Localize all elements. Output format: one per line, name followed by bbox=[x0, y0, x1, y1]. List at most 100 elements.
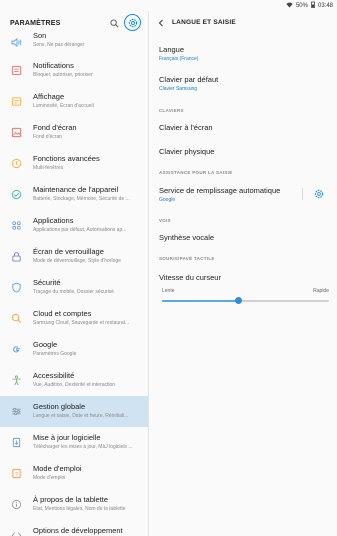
page-title: LANGUE ET SAISIE bbox=[172, 19, 236, 26]
sidebar-item-label: Accessibilité bbox=[33, 371, 75, 380]
sidebar-item-label: Fonctions avancées bbox=[33, 154, 100, 163]
sidebar-item-sub: Sons, Ne pas déranger bbox=[33, 42, 85, 48]
sidebar-item-a-propos[interactable]: À propos de la tablette État, Mentions l… bbox=[0, 489, 148, 520]
sidebar-item-sub: Traçage du mobile, Dossier sécurisé bbox=[33, 289, 114, 295]
sidebar-item-mise-a-jour[interactable]: Mise à jour logicielle Télécharger les m… bbox=[0, 427, 148, 458]
sidebar-item-applications[interactable]: Applications Applications par défaut, Au… bbox=[0, 210, 148, 241]
sidebar-item-cloud-comptes[interactable]: Cloud et comptes Samsung Cloud, Sauvegar… bbox=[0, 303, 148, 334]
sidebar-item-fonctions-avancees[interactable]: Fonctions avancées Multi-fenêtres bbox=[0, 148, 148, 179]
sidebar-item-label: Écran de verrouillage bbox=[33, 247, 104, 256]
sidebar-item-label: Affichage bbox=[33, 92, 65, 101]
setting-value: Clavier Samsung bbox=[159, 86, 198, 92]
setting-value: Google bbox=[159, 197, 176, 203]
gear-icon[interactable] bbox=[313, 188, 325, 200]
section-header-pointer: SOURIS/PAVÉ TACTILE bbox=[159, 256, 215, 261]
sidebar-item-sub: Applications par défaut, Autorisations a… bbox=[33, 227, 127, 233]
sidebar-item-mode-emploi[interactable]: ? Mode d'emploi Mode d'emploi bbox=[0, 458, 148, 489]
svg-text:?: ? bbox=[14, 471, 17, 477]
user-manual-icon: ? bbox=[10, 467, 22, 479]
sidebar-title: PARAMÈTRES bbox=[10, 19, 61, 27]
sidebar-item-sub: Bloquer, autoriser, prioriser bbox=[33, 72, 93, 78]
google-icon bbox=[10, 343, 22, 355]
sidebar-item-sub: Luminosité, Écran d'accueil bbox=[33, 103, 94, 109]
sidebar-item-label: Applications bbox=[33, 216, 74, 225]
sidebar-item-label: Options de développement bbox=[33, 526, 123, 535]
default-keyboard-setting[interactable]: Clavier par défaut Clavier Samsung bbox=[159, 75, 331, 92]
status-bar: 50% 03:48 bbox=[0, 0, 337, 11]
autofill-service-setting[interactable]: Service de remplissage automatique Googl… bbox=[159, 186, 299, 203]
sidebar-item-label: Notifications bbox=[33, 61, 74, 70]
sidebar-item-label: Fond d'écran bbox=[33, 123, 77, 132]
sidebar-item-label: Gestion globale bbox=[33, 402, 86, 411]
sidebar-item-securite[interactable]: Sécurité Traçage du mobile, Dossier sécu… bbox=[0, 272, 148, 303]
sidebar-item-gestion-globale[interactable]: Gestion globale Langue et saisie, Date e… bbox=[0, 396, 148, 427]
settings-sidebar: PARAMÈTRES Son Sons, Ne pas déranger Not… bbox=[0, 11, 149, 536]
sidebar-item-sub: Mode d'emploi bbox=[33, 475, 66, 481]
sidebar-header: PARAMÈTRES bbox=[0, 11, 148, 35]
pointer-speed-slider[interactable] bbox=[162, 297, 329, 304]
slider-labels: Lente Rapide bbox=[162, 288, 329, 294]
back-arrow-icon[interactable] bbox=[155, 17, 167, 29]
physical-keyboard-setting[interactable]: Clavier physique bbox=[159, 147, 331, 156]
sidebar-item-label: Mise à jour logicielle bbox=[33, 433, 101, 442]
setting-title: Vitesse du curseur bbox=[159, 273, 221, 282]
sidebar-item-fond-ecran[interactable]: Fond d'écran Fond d'écran bbox=[0, 117, 148, 148]
battery-icon bbox=[311, 1, 315, 10]
setting-title: Langue bbox=[159, 45, 185, 54]
onscreen-keyboard-setting[interactable]: Clavier à l'écran bbox=[159, 123, 331, 132]
sidebar-item-ecran-verrouillage[interactable]: Écran de verrouillage Mode de déverrouil… bbox=[0, 241, 148, 272]
developer-icon bbox=[10, 529, 22, 536]
sidebar-item-sub: Multi-fenêtres bbox=[33, 165, 64, 171]
sidebar-item-sub: Paramètres Google bbox=[33, 351, 77, 357]
security-icon bbox=[10, 281, 22, 293]
panel-header: LANGUE ET SAISIE bbox=[150, 11, 337, 35]
language-input-panel: LANGUE ET SAISIE Langue Français (France… bbox=[150, 11, 337, 536]
sidebar-item-accessibilite[interactable]: Accessibilité Vue, Audition, Dextérité e… bbox=[0, 365, 148, 396]
sidebar-item-son[interactable]: Son Sons, Ne pas déranger bbox=[0, 31, 148, 55]
setting-title: Clavier physique bbox=[159, 147, 215, 156]
sidebar-item-label: À propos de la tablette bbox=[33, 495, 109, 504]
slider-fill bbox=[162, 300, 239, 302]
setting-value: Français (France) bbox=[159, 56, 199, 62]
slider-max-label: Rapide bbox=[313, 288, 329, 294]
sidebar-item-sub: Vue, Audition, Dextérité et interaction bbox=[33, 382, 116, 388]
gear-icon[interactable] bbox=[124, 14, 141, 31]
setting-title: Clavier à l'écran bbox=[159, 123, 213, 132]
apps-icon bbox=[10, 219, 22, 231]
sidebar-item-notifications[interactable]: Notifications Bloquer, autoriser, priori… bbox=[0, 55, 148, 86]
sidebar-item-maintenance[interactable]: Maintenance de l'appareil Batterie, Stoc… bbox=[0, 179, 148, 210]
maintenance-icon bbox=[10, 188, 22, 200]
pointer-speed-setting: Vitesse du curseur bbox=[159, 273, 331, 282]
sidebar-item-sub: Fond d'écran bbox=[33, 134, 63, 140]
sidebar-item-sub: Batterie, Stockage, Mémoire, Sécurité de… bbox=[33, 196, 130, 202]
battery-level: 50% bbox=[295, 2, 308, 9]
sidebar-item-label: Sécurité bbox=[33, 278, 61, 287]
divider bbox=[302, 188, 303, 200]
sidebar-item-options-developpement[interactable]: Options de développement bbox=[0, 520, 148, 536]
general-management-icon bbox=[10, 405, 22, 417]
sidebar-item-sub: Mode de déverrouillage, Style d'horloge bbox=[33, 258, 121, 264]
section-header-voice: VOIX bbox=[159, 218, 171, 223]
sidebar-item-google[interactable]: Google Paramètres Google bbox=[0, 334, 148, 365]
setting-title: Clavier par défaut bbox=[159, 75, 219, 84]
setting-title: Synthèse vocale bbox=[159, 233, 215, 242]
slider-min-label: Lente bbox=[162, 288, 175, 294]
section-header-input-assist: ASSISTANCE POUR LA SAISIE bbox=[159, 170, 233, 175]
sidebar-item-affichage[interactable]: Affichage Luminosité, Écran d'accueil bbox=[0, 86, 148, 117]
volume-icon bbox=[10, 36, 22, 48]
sidebar-item-label: Son bbox=[33, 31, 47, 40]
advanced-icon bbox=[10, 157, 22, 169]
cloud-icon bbox=[10, 312, 22, 324]
tts-setting[interactable]: Synthèse vocale bbox=[159, 233, 331, 242]
sidebar-item-sub: État, Mentions légales, Nom de la tablet… bbox=[33, 506, 126, 512]
lock-icon bbox=[10, 250, 22, 262]
sidebar-item-label: Google bbox=[33, 340, 58, 349]
sidebar-item-sub: Samsung Cloud, Sauvegarde et restaurat..… bbox=[33, 320, 130, 326]
search-icon[interactable] bbox=[107, 16, 121, 30]
sidebar-item-label: Cloud et comptes bbox=[33, 309, 92, 318]
language-setting[interactable]: Langue Français (France) bbox=[159, 45, 331, 62]
wallpaper-icon bbox=[10, 126, 22, 138]
slider-knob[interactable] bbox=[235, 297, 243, 304]
clock: 03:48 bbox=[317, 2, 333, 9]
display-icon bbox=[10, 95, 22, 107]
